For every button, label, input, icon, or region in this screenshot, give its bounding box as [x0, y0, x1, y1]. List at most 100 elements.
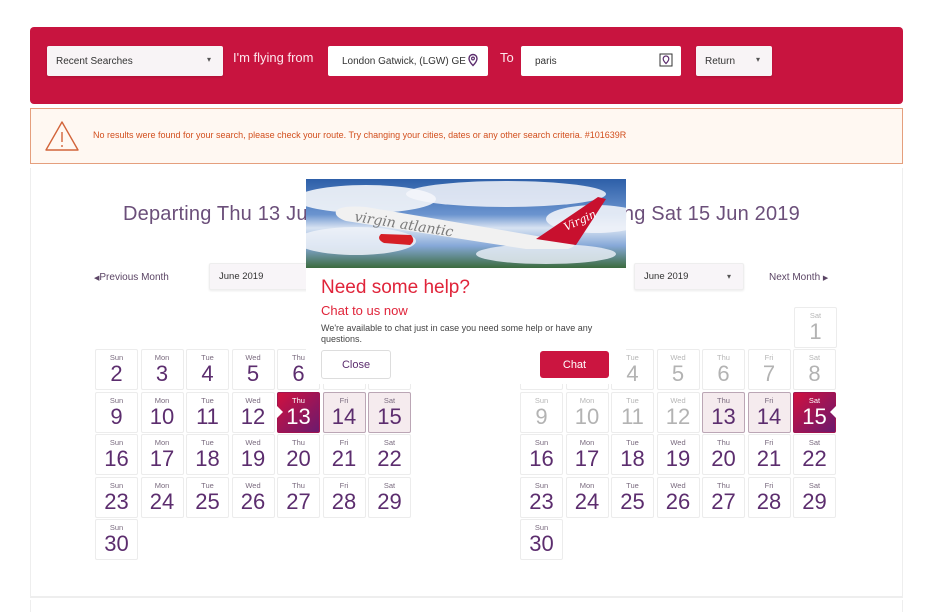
calendar-day[interactable]: Wed 12	[231, 391, 275, 433]
day-number: 5	[671, 361, 685, 386]
day-number: 15	[377, 403, 402, 429]
destination-input[interactable]: paris	[521, 46, 681, 76]
calendar-day[interactable]: Sun 30	[95, 519, 138, 560]
aircraft-illustration: virgin atlantic Virgin	[306, 181, 626, 264]
day-number: 4	[201, 361, 214, 386]
chat-button[interactable]: Chat	[540, 351, 609, 378]
calendar-day[interactable]: Tue 18	[186, 434, 229, 475]
close-button[interactable]: Close	[321, 350, 391, 379]
calendar-day[interactable]: Sat 22	[368, 434, 411, 475]
calendar-day[interactable]: Fri 14	[322, 391, 366, 433]
day-number: 25	[195, 488, 220, 514]
calendar-day[interactable]: Fri 14	[747, 391, 791, 433]
day-number: 9	[110, 403, 123, 429]
day-number: 13	[286, 403, 311, 429]
calendar-day[interactable]: Wed 26	[231, 476, 275, 518]
calendar-day[interactable]: Thu 20	[277, 434, 320, 475]
day-number: 18	[195, 446, 220, 471]
day-number: 24	[574, 488, 600, 514]
day-number: 29	[802, 488, 827, 514]
calendar-day[interactable]: Fri 28	[747, 476, 791, 518]
warning-icon	[45, 121, 79, 151]
calendar-day[interactable]: Sun 23	[95, 476, 138, 518]
calendar-day[interactable]: Wed 19	[231, 434, 275, 475]
calendar-day[interactable]: Mon 24	[565, 476, 609, 518]
calendar-day[interactable]: Sun 16	[520, 434, 563, 475]
calendar-day[interactable]: Tue 25	[186, 476, 229, 518]
caret-right-icon: ▶	[822, 275, 829, 282]
day-number: 19	[240, 446, 266, 471]
next-month-link[interactable]: Next Month ▶	[769, 272, 828, 283]
calendar-day[interactable]: Wed 5	[231, 349, 275, 390]
day-number: 22	[377, 446, 402, 471]
destination-value: paris	[535, 55, 557, 67]
calendar-day[interactable]: Mon 3	[140, 349, 184, 390]
calendar-day[interactable]: Sun 16	[95, 434, 138, 475]
calendar-day[interactable]: Thu 27	[277, 476, 320, 518]
day-number: 16	[104, 446, 129, 471]
day-number: 17	[574, 446, 600, 471]
day-number: 13	[711, 403, 736, 429]
calendar-day: Tue 11	[611, 391, 654, 433]
recent-searches-dropdown[interactable]: Recent Searches ▾	[47, 46, 223, 76]
returning-month-value: June 2019	[644, 271, 689, 282]
no-results-alert: No results were found for your search, p…	[30, 108, 903, 164]
calendar-day[interactable]: Mon 17	[565, 434, 609, 475]
returning-month-select[interactable]: June 2019 ▾	[634, 263, 744, 290]
calendar-day-selected[interactable]: Sat 15	[793, 391, 836, 433]
calendar-day[interactable]: Sat 29	[793, 476, 836, 518]
calendar-day[interactable]: Sun 9	[95, 391, 138, 433]
calendar-day[interactable]: Sun 2	[95, 349, 138, 390]
calendar-day[interactable]: Mon 24	[140, 476, 184, 518]
calendar-day[interactable]: Sat 15	[368, 391, 411, 433]
calendar-day[interactable]: Tue 25	[611, 476, 654, 518]
next-month-label: Next Month	[769, 272, 821, 283]
calendar-day[interactable]: Tue 18	[611, 434, 654, 475]
calendar-day: Thu 6	[702, 349, 745, 390]
day-number: 17	[149, 446, 175, 471]
day-number: 29	[377, 488, 402, 514]
calendar-day[interactable]: Sat 22	[793, 434, 836, 475]
calendar-day-selected[interactable]: Thu 13	[277, 391, 320, 433]
calendar-day[interactable]: Sat 29	[368, 476, 411, 518]
calendar-day[interactable]: Tue 11	[186, 391, 229, 433]
day-number: 27	[711, 488, 736, 514]
trip-type-dropdown[interactable]: Return ▾	[696, 46, 772, 76]
chat-popup: virgin atlantic Virgin Need some help? C…	[306, 179, 626, 384]
calendar-day: Mon 10	[565, 391, 609, 433]
calendar-day[interactable]: Thu 20	[702, 434, 745, 475]
previous-month-link[interactable]: ◀Previous Month	[94, 272, 169, 283]
day-number: 21	[331, 446, 357, 471]
calendar-day[interactable]: Fri 21	[322, 434, 366, 475]
calendar-day[interactable]: Mon 10	[140, 391, 184, 433]
calendar-day[interactable]: Fri 28	[322, 476, 366, 518]
day-number: 7	[762, 361, 776, 386]
selection-notch	[277, 405, 283, 418]
calendar-day: Fri 7	[747, 349, 791, 390]
calendar-day[interactable]: Thu 27	[702, 476, 745, 518]
departing-month-select[interactable]: June 2019	[209, 263, 319, 290]
day-number: 23	[104, 488, 129, 514]
calendar-day[interactable]: Sun 30	[520, 519, 563, 560]
calendar-day[interactable]: Fri 21	[747, 434, 791, 475]
day-number: 10	[149, 403, 175, 429]
day-number: 12	[665, 403, 691, 429]
to-label: To	[500, 50, 514, 65]
calendar-day[interactable]: Thu 13	[702, 391, 745, 433]
day-number: 22	[802, 446, 827, 471]
day-number: 8	[808, 361, 821, 386]
calendar-day[interactable]: Tue 4	[186, 349, 229, 390]
recent-searches-label: Recent Searches	[56, 55, 133, 67]
aircraft-image: virgin atlantic Virgin	[306, 179, 626, 268]
map-pin-icon[interactable]	[659, 53, 673, 67]
calendar-day[interactable]: Wed 26	[656, 476, 700, 518]
calendar-day[interactable]: Mon 17	[140, 434, 184, 475]
calendar-day[interactable]: Sun 23	[520, 476, 563, 518]
flying-from-label: I'm flying from	[233, 50, 314, 65]
day-number: 15	[802, 403, 827, 429]
calendar-day[interactable]: Wed 19	[656, 434, 700, 475]
day-number: 14	[331, 403, 357, 429]
origin-input[interactable]: London Gatwick, (LGW) GE	[328, 46, 488, 76]
day-number: 9	[535, 403, 548, 429]
caret-down-icon: ▾	[726, 272, 731, 281]
